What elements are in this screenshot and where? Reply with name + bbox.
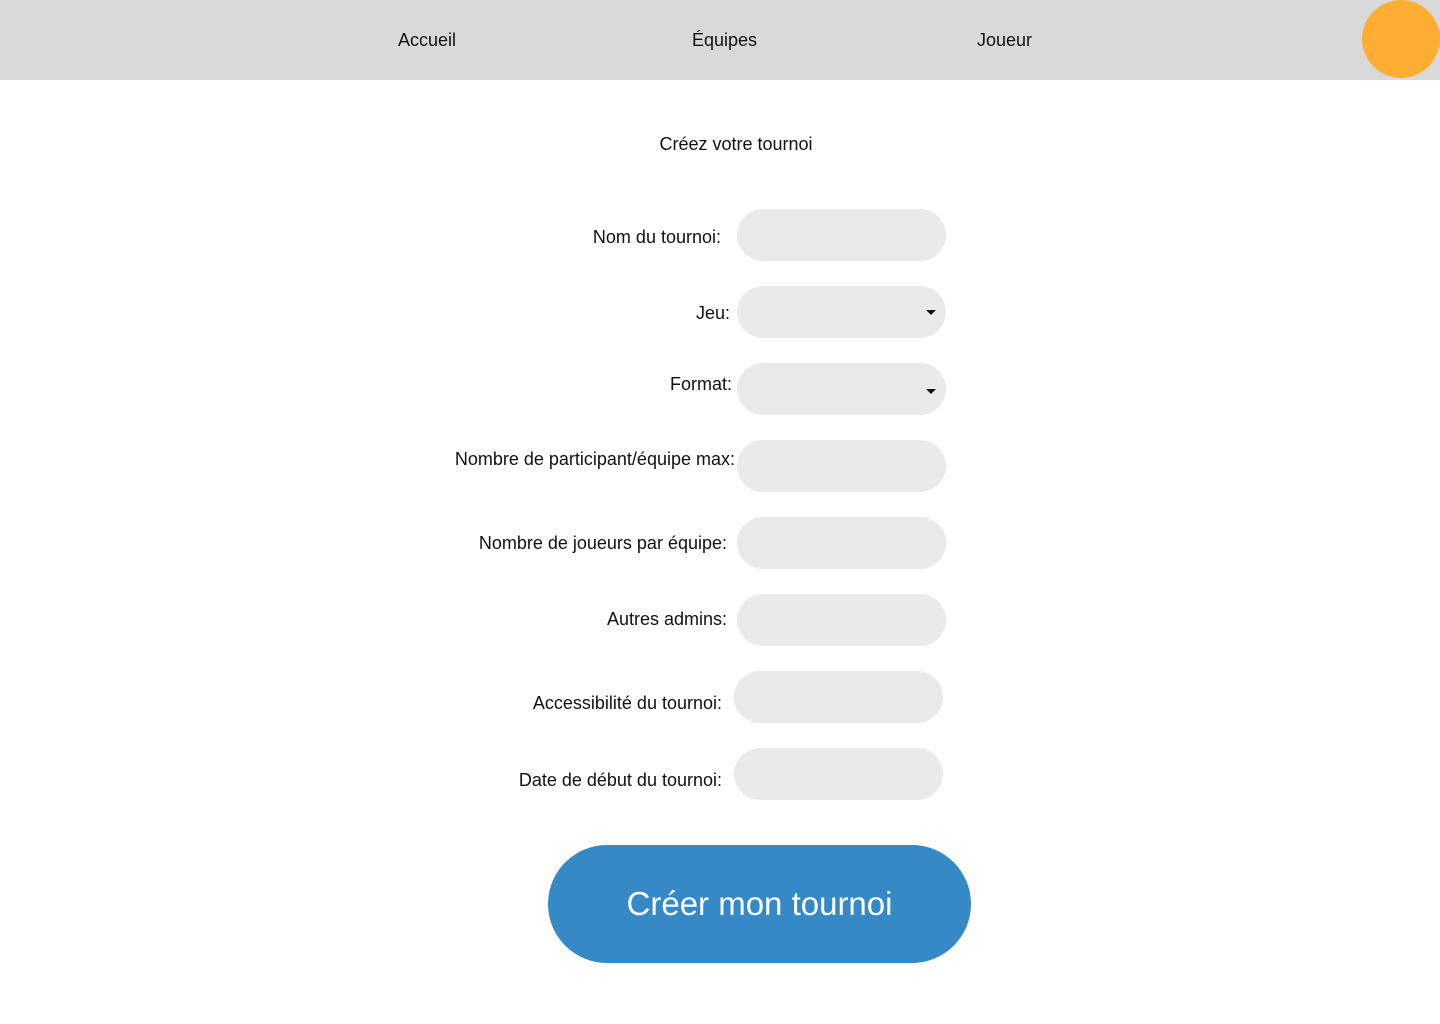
nav-link-joueur[interactable]: Joueur (977, 29, 1032, 51)
tournament-name-input[interactable] (737, 209, 946, 261)
top-navigation-bar: Accueil Équipes Joueur (0, 0, 1440, 80)
players-per-team-input[interactable] (737, 517, 946, 569)
caret-down-icon (926, 389, 936, 394)
other-admins-label: Autres admins: (606, 609, 727, 629)
format-select[interactable] (737, 363, 946, 415)
nav-link-accueil[interactable]: Accueil (398, 29, 456, 51)
accessibility-label: Accessibilité du tournoi: (532, 693, 722, 713)
max-participants-input[interactable] (737, 440, 946, 492)
format-label: Format: (669, 374, 732, 394)
game-label: Jeu: (695, 303, 730, 323)
accessibility-input[interactable] (734, 671, 943, 723)
start-date-label: Date de début du tournoi: (518, 770, 722, 790)
players-per-team-label: Nombre de joueurs par équipe: (478, 533, 727, 553)
game-select[interactable] (737, 286, 946, 338)
start-date-input[interactable] (734, 748, 943, 800)
create-tournament-page: Accueil Équipes Joueur Créez votre tourn… (0, 0, 1440, 1024)
user-avatar-icon[interactable] (1362, 0, 1440, 78)
caret-down-icon (926, 310, 936, 315)
max-participants-label: Nombre de participant/équipe max: (454, 449, 735, 469)
page-title: Créez votre tournoi (659, 134, 813, 154)
other-admins-input[interactable] (737, 594, 946, 646)
create-tournament-button[interactable]: Créer mon tournoi (548, 845, 971, 963)
tournament-name-label: Nom du tournoi: (592, 227, 721, 247)
nav-link-equipes[interactable]: Équipes (692, 29, 757, 51)
